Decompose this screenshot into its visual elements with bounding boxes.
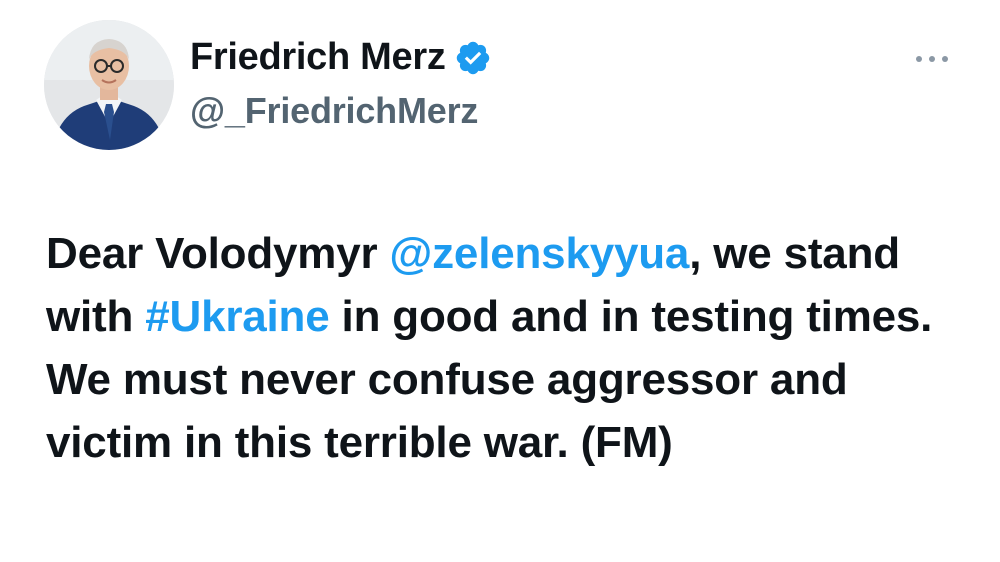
tweet-text: Dear Volodymyr @zelenskyyua, we stand wi… bbox=[46, 222, 976, 474]
tweet-text-part: Dear Volodymyr bbox=[46, 229, 390, 278]
tweet-card: Friedrich Merz @_FriedrichMerz Dear Volo… bbox=[0, 0, 1000, 562]
author-name-row: Friedrich Merz bbox=[190, 36, 492, 79]
mention-link[interactable]: @zelenskyyua bbox=[389, 229, 689, 278]
author-display-name[interactable]: Friedrich Merz bbox=[190, 36, 446, 79]
verified-badge-icon bbox=[456, 41, 489, 74]
avatar-photo bbox=[44, 20, 174, 150]
hashtag-link[interactable]: #Ukraine bbox=[145, 292, 329, 341]
more-options-button[interactable] bbox=[912, 45, 952, 73]
more-horizontal-icon bbox=[916, 56, 948, 62]
author-handle[interactable]: @_FriedrichMerz bbox=[190, 90, 478, 132]
avatar[interactable] bbox=[44, 20, 174, 150]
